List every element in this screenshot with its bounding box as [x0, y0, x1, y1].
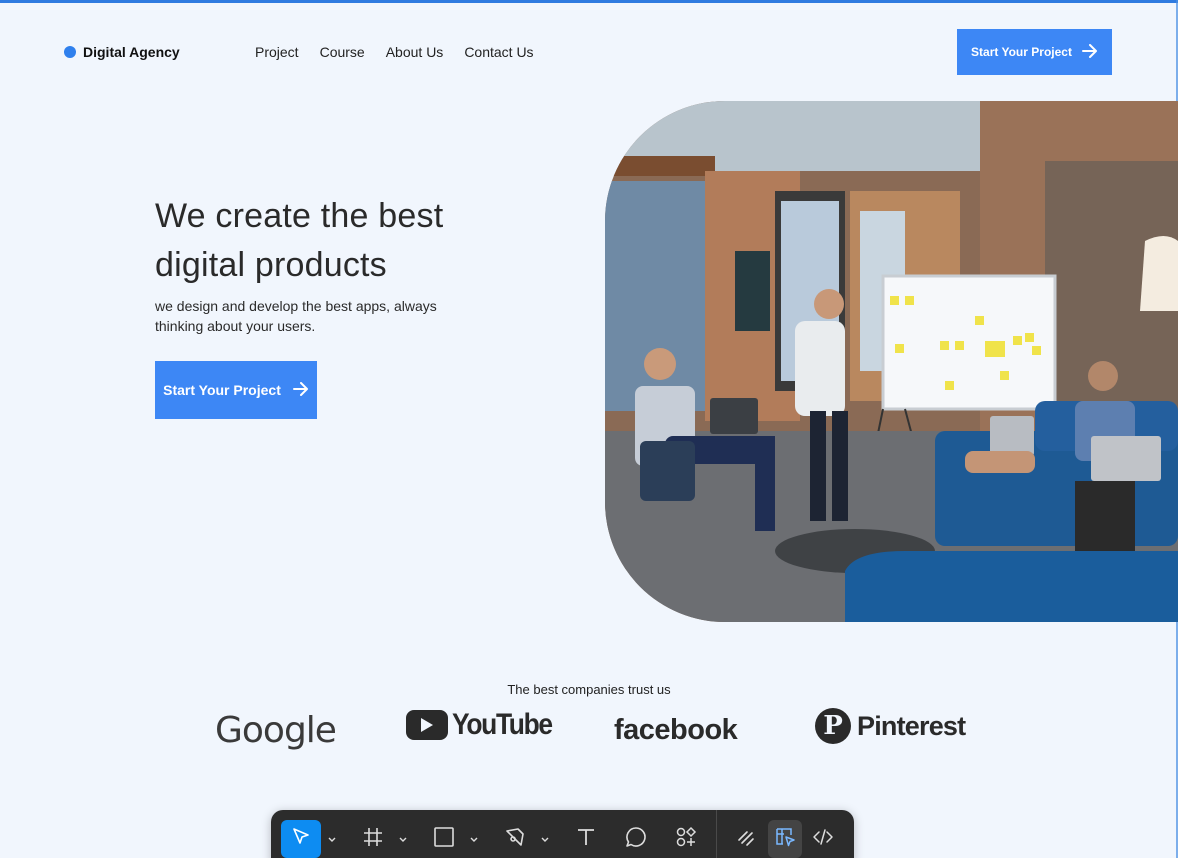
shape-tool-menu-caret[interactable] — [468, 820, 480, 858]
main-nav: Project Course About Us Contact Us — [255, 44, 534, 60]
shape-tool-button[interactable] — [424, 820, 464, 858]
chevron-down-icon — [470, 830, 478, 848]
google-logo-text: Google — [215, 710, 337, 751]
comment-bubble-icon — [625, 826, 647, 853]
toolbar-divider — [716, 810, 717, 858]
facebook-logo: facebook — [614, 714, 738, 747]
facebook-logo-text: facebook — [614, 714, 738, 746]
pinterest-p-icon: P — [815, 708, 851, 744]
pen-tool-menu-caret[interactable] — [539, 820, 551, 858]
frame-hash-icon — [362, 826, 384, 853]
header-start-project-button[interactable]: Start Your Project — [957, 29, 1112, 75]
pen-nib-icon — [504, 826, 526, 853]
hero-title-line2: digital products — [155, 246, 387, 284]
chevron-down-icon — [541, 830, 549, 848]
youtube-logo-text: YouTube — [452, 708, 553, 741]
pinterest-logo: P Pinterest — [815, 708, 966, 744]
frame-tool-button[interactable] — [353, 820, 393, 858]
brand-name: Digital Agency — [83, 44, 180, 60]
youtube-logo: YouTube — [406, 708, 565, 742]
design-toolbar — [271, 810, 854, 858]
nav-item-contact-us[interactable]: Contact Us — [464, 44, 533, 60]
brand[interactable]: Digital Agency — [64, 44, 180, 60]
trust-label: The best companies trust us — [507, 682, 671, 697]
hero-start-project-button[interactable]: Start Your Project — [155, 361, 317, 419]
text-tool-button[interactable] — [566, 820, 606, 858]
pinterest-logo-text: Pinterest — [857, 710, 966, 741]
frame-tool-menu-caret[interactable] — [397, 820, 409, 858]
move-tool-button[interactable] — [281, 820, 321, 858]
chevron-down-icon — [328, 830, 336, 848]
dev-mode-button[interactable] — [805, 820, 841, 858]
hero-cta-label: Start Your Project — [163, 382, 281, 398]
header-cta-label: Start Your Project — [971, 45, 1072, 59]
hero-title: We create the best digital products — [155, 192, 555, 290]
brand-dot-icon — [64, 46, 76, 58]
comment-tool-button[interactable] — [616, 820, 656, 858]
move-tool-menu-caret[interactable] — [326, 820, 338, 858]
hero-subtitle: we design and develop the best apps, alw… — [155, 298, 437, 334]
chevron-down-icon — [399, 830, 407, 848]
design-mode-icon — [774, 826, 796, 853]
actions-tool-button[interactable] — [666, 820, 706, 858]
nav-item-course[interactable]: Course — [320, 44, 365, 60]
text-t-icon — [575, 826, 597, 853]
nav-item-about-us[interactable]: About Us — [386, 44, 444, 60]
draw-mode-button[interactable] — [729, 820, 765, 858]
google-logo: Google — [215, 710, 337, 751]
draw-squiggle-icon — [736, 826, 758, 853]
hero-image — [605, 101, 1178, 622]
top-border — [0, 0, 1178, 3]
cursor-arrow-icon — [290, 826, 312, 853]
rectangle-icon — [433, 826, 455, 853]
play-icon — [406, 710, 448, 740]
pen-tool-button[interactable] — [495, 820, 535, 858]
design-mode-button[interactable] — [768, 820, 802, 858]
arrow-right-icon — [1081, 43, 1098, 61]
code-brackets-icon — [812, 826, 834, 853]
hero-title-line1: We create the best — [155, 197, 444, 235]
arrow-right-icon — [292, 381, 309, 399]
nav-item-project[interactable]: Project — [255, 44, 299, 60]
shapes-plus-icon — [675, 826, 697, 853]
